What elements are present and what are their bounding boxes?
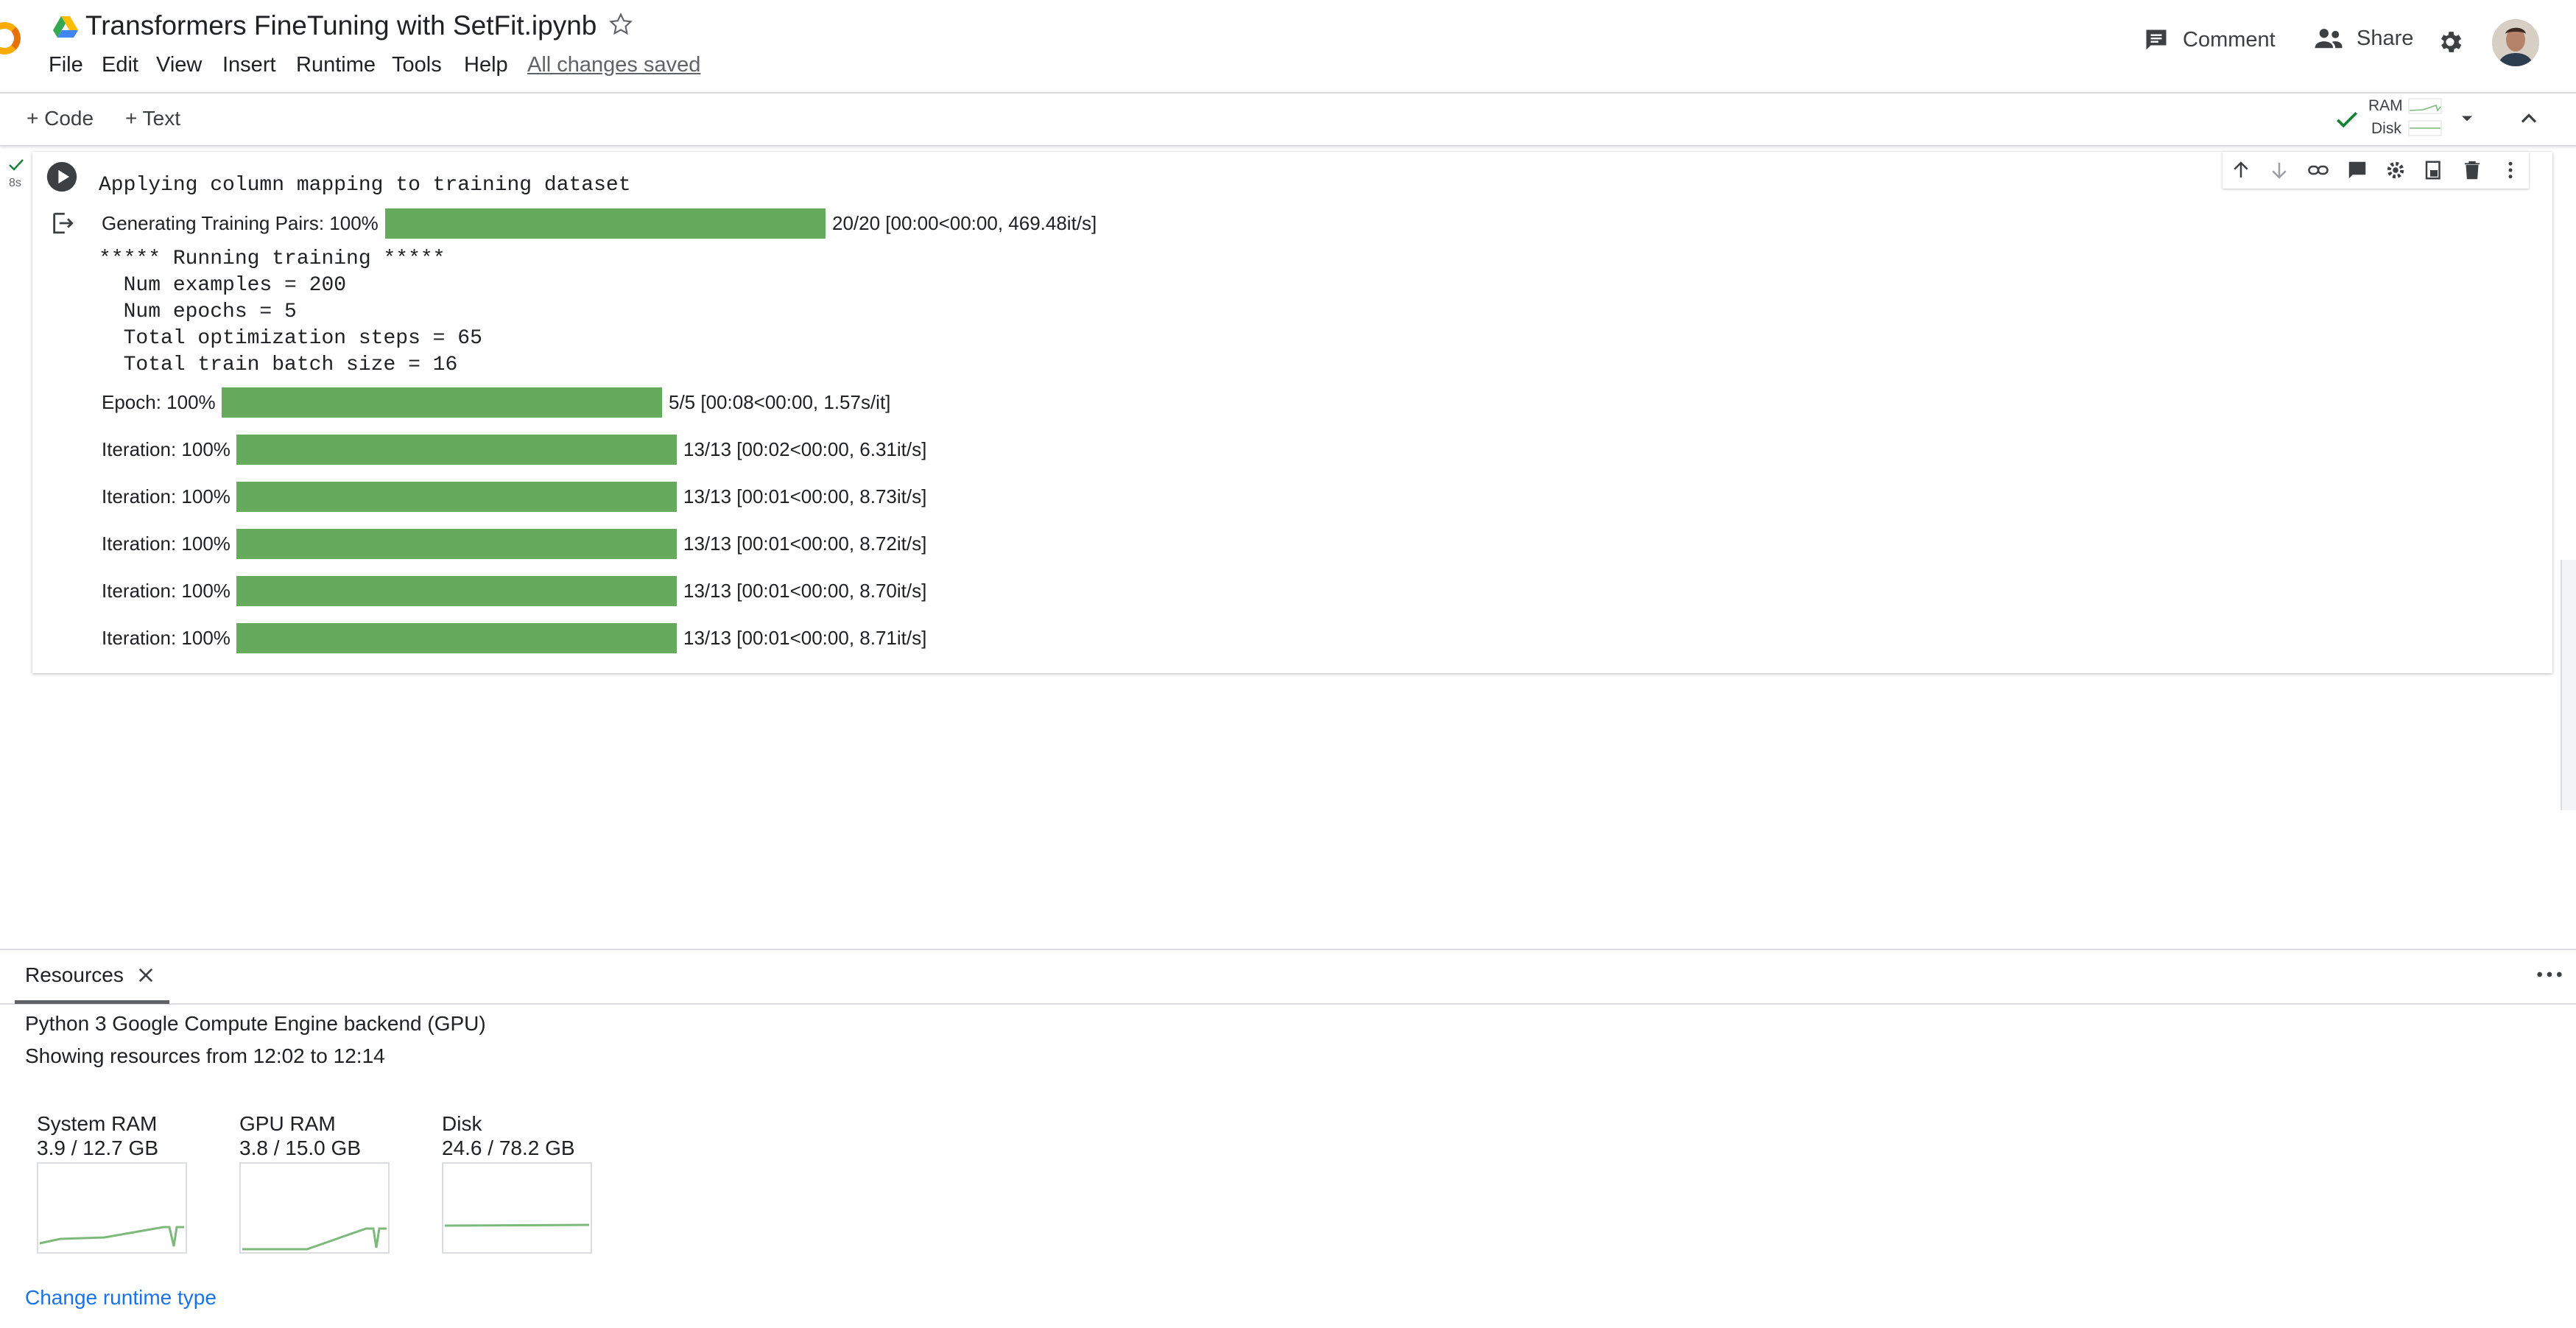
cell-settings-gear-icon[interactable]: [2385, 159, 2407, 181]
resources-pane: [0, 949, 2576, 1328]
move-up-arrow-icon[interactable]: [2230, 159, 2252, 181]
progress-status: 13/13 [00:02<00:00, 6.31it/s]: [683, 438, 927, 460]
colab-logo[interactable]: [0, 22, 21, 55]
menu-insert[interactable]: Insert: [222, 53, 276, 77]
star-icon[interactable]: [608, 12, 633, 37]
menu-view[interactable]: View: [156, 53, 202, 77]
resources-time-range: Showing resources from 12:02 to 12:14: [25, 1044, 385, 1067]
run-cell-play-icon[interactable]: [46, 161, 78, 193]
progress-status: 20/20 [00:00<00:00, 469.48it/s]: [832, 212, 1097, 234]
comment-icon: [2143, 27, 2169, 53]
people-icon: [2314, 27, 2343, 51]
comment-label: Comment: [2183, 27, 2276, 52]
settings-gear-icon[interactable]: [2436, 28, 2464, 56]
cell-executed-check-icon: [7, 158, 25, 172]
output-redirect-icon[interactable]: [50, 211, 75, 236]
resources-tab-bar: [0, 950, 2576, 1005]
metric-name: System RAM: [37, 1112, 158, 1135]
change-runtime-type-link[interactable]: Change runtime type: [25, 1286, 217, 1310]
mirror-cell-icon[interactable]: [2423, 159, 2445, 181]
output-line-num-examples: Num examples = 200: [99, 274, 347, 297]
progress-bar: [236, 576, 677, 606]
user-avatar[interactable]: [2492, 19, 2539, 66]
disk-graph: [442, 1162, 592, 1254]
connected-check-icon: [2333, 105, 2361, 133]
add-code-button[interactable]: + Code: [27, 107, 94, 130]
menu-runtime[interactable]: Runtime: [296, 53, 376, 77]
progress-status: 5/5 [00:08<00:00, 1.57s/it]: [669, 391, 891, 413]
link-icon[interactable]: [2306, 159, 2330, 181]
progress-label: Iteration: 100%: [102, 627, 230, 649]
progress-label: Iteration: 100%: [102, 438, 230, 460]
metric-name: Disk: [442, 1112, 482, 1135]
cell-exec-time: 8s: [9, 177, 21, 189]
output-line-total-steps: Total optimization steps = 65: [99, 327, 482, 350]
metric-value: 3.9 / 12.7 GB: [37, 1136, 158, 1159]
share-button[interactable]: Share: [2314, 27, 2413, 51]
metric-value: 24.6 / 78.2 GB: [442, 1136, 575, 1159]
output-line-running: ***** Running training *****: [99, 247, 446, 270]
progress-bar: [236, 623, 677, 653]
add-text-button[interactable]: + Text: [125, 107, 180, 130]
cell-toolbar: [2223, 152, 2529, 189]
menu-edit[interactable]: Edit: [102, 53, 138, 77]
ram-label: RAM: [2368, 97, 2403, 114]
disk-label: Disk: [2371, 120, 2401, 137]
system-ram-graph: [37, 1162, 187, 1254]
progress-label: Iteration: 100%: [102, 580, 230, 602]
progress-status: 13/13 [00:01<00:00, 8.71it/s]: [683, 627, 927, 649]
output-line-batch-size: Total train batch size = 16: [99, 354, 458, 376]
gpu-ram-graph: [239, 1162, 390, 1254]
drive-icon[interactable]: [53, 16, 78, 38]
metric-value: 3.8 / 15.0 GB: [239, 1136, 361, 1159]
app-header: Transformers FineTuning with SetFit.ipyn…: [0, 0, 2576, 94]
progress-status: 13/13 [00:01<00:00, 8.72it/s]: [683, 533, 927, 555]
ram-mini-graph[interactable]: [2408, 98, 2442, 114]
comment-cell-icon[interactable]: [2346, 159, 2368, 181]
menu-help[interactable]: Help: [464, 53, 508, 77]
menu-file[interactable]: File: [49, 53, 83, 77]
progress-label: Iteration: 100%: [102, 485, 230, 507]
output-line-num-epochs: Num epochs = 5: [99, 301, 297, 323]
resources-tab-label[interactable]: Resources: [25, 963, 124, 987]
collapse-header-chevron-icon[interactable]: [2516, 105, 2542, 132]
progress-label: Iteration: 100%: [102, 533, 230, 555]
save-status-link[interactable]: All changes saved: [527, 53, 700, 77]
progress-bar: [222, 387, 662, 418]
close-tab-icon[interactable]: [136, 965, 156, 986]
delete-trash-icon[interactable]: [2461, 159, 2483, 181]
more-horiz-icon[interactable]: [2535, 963, 2564, 986]
progress-bar: [236, 435, 677, 465]
menu-tools[interactable]: Tools: [392, 53, 442, 77]
notebook-toolbar: + Code + Text RAM Disk: [0, 94, 2576, 254]
progress-label: Generating Training Pairs: 100%: [102, 212, 379, 234]
more-vert-icon[interactable]: [2499, 159, 2522, 181]
notebook-title[interactable]: Transformers FineTuning with SetFit.ipyn…: [85, 10, 597, 41]
disk-mini-graph[interactable]: [2408, 120, 2442, 136]
resources-tab-indicator: [15, 1000, 169, 1004]
progress-bar: [385, 208, 826, 239]
backend-info: Python 3 Google Compute Engine backend (…: [25, 1012, 486, 1035]
notebook-scrollbar[interactable]: [2561, 560, 2576, 810]
share-label: Share: [2357, 27, 2414, 50]
progress-status: 13/13 [00:01<00:00, 8.70it/s]: [683, 580, 927, 602]
resources-dropdown-icon[interactable]: [2457, 108, 2477, 129]
progress-bar: [236, 529, 677, 559]
move-down-arrow-icon[interactable]: [2268, 159, 2290, 181]
progress-status: 13/13 [00:01<00:00, 8.73it/s]: [683, 485, 927, 507]
progress-bar: [236, 482, 677, 512]
output-line-applying: Applying column mapping to training data…: [99, 174, 631, 197]
progress-label: Epoch: 100%: [102, 391, 216, 413]
metric-name: GPU RAM: [239, 1112, 336, 1135]
comment-button[interactable]: Comment: [2143, 27, 2276, 53]
